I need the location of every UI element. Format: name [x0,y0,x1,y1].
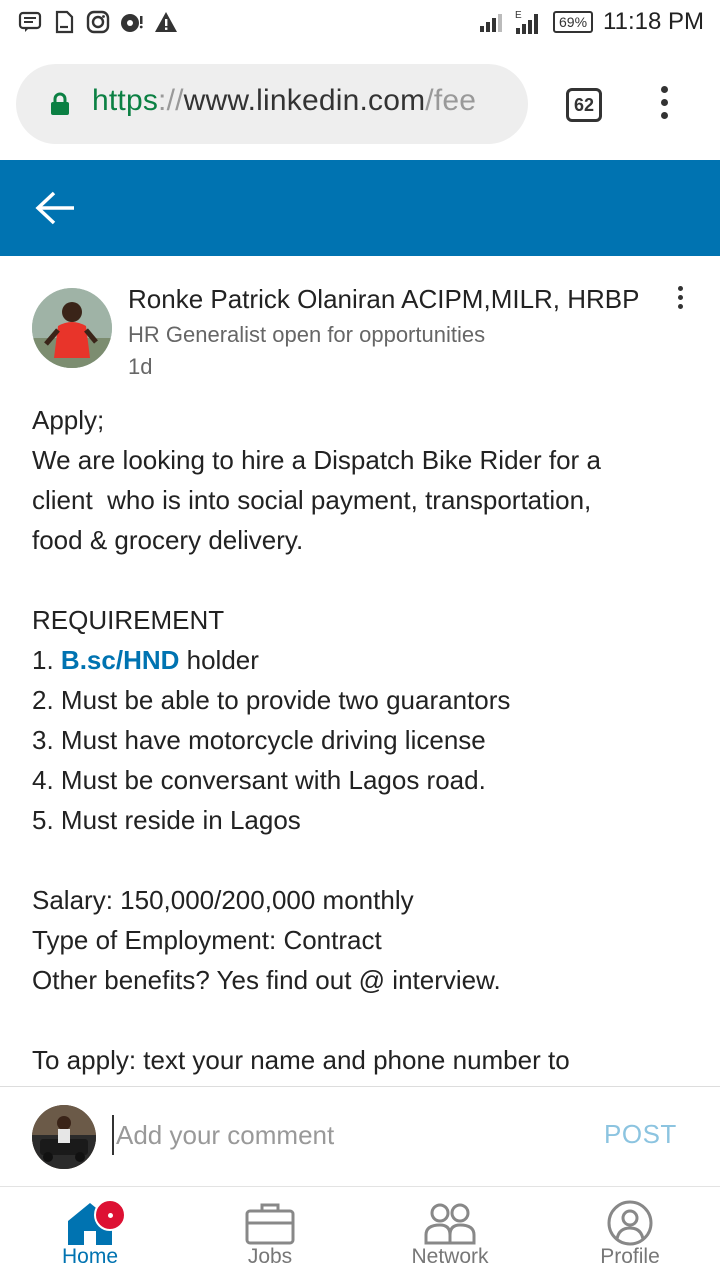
signal-e-icon: E [515,10,539,34]
feed-post: Ronke Patrick Olaniran ACIPM,MILR, HRBP … [0,256,720,1086]
url-scheme: https [92,84,159,117]
post-line: 4. Must be conversant with Lagos road. [32,765,486,795]
nav-network[interactable]: Network [360,1187,540,1280]
nav-home-label: Home [61,1245,119,1268]
battery-indicator: 69% [553,11,594,33]
post-line: food & grocery delivery. [32,525,304,555]
profile-icon [607,1200,653,1246]
message-icon [18,11,42,32]
list-suffix: holder [179,645,259,675]
nav-jobs[interactable]: Jobs [180,1187,360,1280]
post-options-icon[interactable] [674,286,686,314]
post-line: 2. Must be able to provide two guarantor… [32,685,511,715]
briefcase-icon [245,1203,295,1245]
post-line: Type of Employment: Contract [32,925,382,955]
author-name[interactable]: Ronke Patrick Olaniran ACIPM,MILR, HRBP [128,284,640,315]
sim-icon [55,10,74,34]
music-icon [121,14,143,32]
my-avatar [32,1105,96,1169]
author-avatar[interactable] [32,288,112,368]
signal-icon [480,14,503,32]
nav-network-label: Network [411,1245,489,1268]
svg-text:E: E [515,10,522,21]
post-line: Other benefits? Yes find out @ interview… [32,965,501,995]
bottom-navigation: Home Jobs Network Profile [0,1186,720,1280]
nav-jobs-label: Jobs [247,1245,293,1268]
post-line: client who is into social payment, trans… [32,485,592,515]
notification-badge [94,1199,126,1231]
post-comment-button[interactable]: POST [604,1119,677,1150]
instagram-icon [86,10,110,34]
post-text: Apply; We are looking to hire a Dispatch… [32,400,692,1080]
post-line: We are looking to hire a Dispatch Bike R… [32,445,601,475]
post-line: 5. Must reside in Lagos [32,805,301,835]
status-bar: E 69% 11:18 PM [0,0,720,48]
browser-menu-icon[interactable] [654,86,674,126]
people-icon [424,1203,476,1245]
post-line: Apply; [32,405,105,435]
browser-toolbar: https://www.linkedin.com/fee 62 [0,48,720,160]
post-line: REQUIREMENT [32,605,225,635]
comment-input[interactable] [112,1115,572,1155]
app-header [0,160,720,256]
comment-composer: POST [0,1086,720,1186]
hashtag-link[interactable]: B.sc/HND [61,645,179,675]
url-host: www.linkedin.com [183,84,426,117]
arrow-left-icon[interactable] [34,190,76,226]
status-clock: 11:18 PM [603,8,704,35]
url-separator: :// [158,84,184,117]
warning-icon [155,12,177,32]
address-bar[interactable]: https://www.linkedin.com/fee [16,64,528,144]
tab-switcher-button[interactable]: 62 [566,88,602,122]
post-line: 3. Must have motorcycle driving license [32,725,486,755]
lock-icon [51,92,69,115]
list-prefix: 1. [32,645,61,675]
url-text[interactable]: https://www.linkedin.com/fee [92,84,476,118]
post-line: 1. B.sc/HND holder [32,640,692,680]
nav-profile-label: Profile [600,1245,660,1268]
post-line: To apply: text your name and phone numbe… [32,1045,570,1075]
author-headline: HR Generalist open for opportunities [128,322,486,347]
nav-profile[interactable]: Profile [540,1187,720,1280]
nav-home[interactable]: Home [0,1187,180,1280]
post-timestamp: 1d [128,354,153,379]
post-line: Salary: 150,000/200,000 monthly [32,885,414,915]
url-path: /fee [425,84,477,117]
